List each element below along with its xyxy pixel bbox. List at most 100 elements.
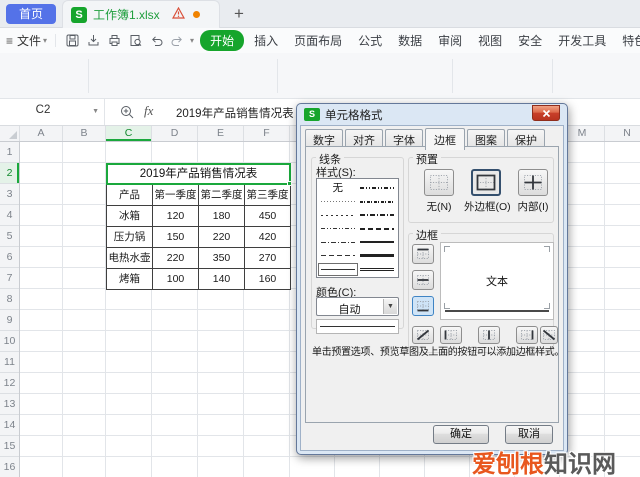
table-cell[interactable]: 270 <box>245 248 291 269</box>
preset-inside[interactable]: 内部(I) <box>511 169 555 214</box>
border-preview[interactable]: 文本 <box>440 242 554 320</box>
undo-icon[interactable] <box>150 35 163 47</box>
row-header-8[interactable]: 8 <box>0 289 19 310</box>
line-style-dotted-fine[interactable] <box>318 195 358 209</box>
line-style-thin-solid[interactable] <box>318 262 358 276</box>
line-style-slant-dash-dot[interactable] <box>358 195 398 209</box>
print-icon[interactable] <box>108 34 121 47</box>
row-header-7[interactable]: 7 <box>0 268 19 289</box>
redo-icon[interactable] <box>171 35 184 47</box>
table-cell[interactable]: 烤箱 <box>107 269 153 290</box>
border-horizontal-middle-button[interactable] <box>412 270 434 290</box>
table-cell[interactable]: 第二季度 <box>199 185 245 206</box>
row-header-6[interactable]: 6 <box>0 247 19 268</box>
file-menu[interactable]: ≡ 文件 ▾ <box>6 32 47 49</box>
ok-button[interactable]: 确定 <box>433 425 489 444</box>
preset-none[interactable]: 无(N) <box>417 169 461 214</box>
table-cell[interactable]: 第一季度 <box>153 185 199 206</box>
line-style-medium-solid[interactable] <box>358 236 398 250</box>
row-header-10[interactable]: 10 <box>0 331 19 352</box>
line-style-dashed[interactable] <box>318 249 358 263</box>
name-box[interactable]: C2 ▼ <box>0 99 105 125</box>
menu-item-插入[interactable]: 插入 <box>246 30 286 51</box>
table-cell[interactable]: 产品 <box>107 185 153 206</box>
row-header-5[interactable]: 5 <box>0 226 19 247</box>
menu-item-公式[interactable]: 公式 <box>350 30 390 51</box>
border-diagonal-up-button[interactable] <box>412 326 434 344</box>
save-icon[interactable] <box>66 34 79 47</box>
select-all-corner[interactable] <box>0 126 20 141</box>
column-header-D[interactable]: D <box>152 126 198 141</box>
workbook-tab[interactable]: S 工作簿1.xlsx <box>62 0 220 28</box>
line-style-medium-dashed[interactable] <box>358 222 398 236</box>
dialog-tab-边框[interactable]: 边框 <box>425 128 465 150</box>
border-left-button[interactable] <box>440 326 462 344</box>
row-header-2[interactable]: 2 <box>0 163 19 184</box>
menu-item-视图[interactable]: 视图 <box>470 30 510 51</box>
formula-input[interactable]: 2019年产品销售情况表 <box>176 105 294 121</box>
row-header-15[interactable]: 15 <box>0 436 19 457</box>
row-header-1[interactable]: 1 <box>0 142 19 163</box>
home-tab[interactable]: 首页 <box>6 4 56 24</box>
cancel-button[interactable]: 取消 <box>505 425 553 444</box>
print-preview-icon[interactable] <box>129 34 142 47</box>
dialog-close-button[interactable] <box>532 105 560 121</box>
row-header-16[interactable]: 16 <box>0 457 19 477</box>
menu-item-开始[interactable]: 开始 <box>200 30 245 51</box>
border-vertical-middle-button[interactable] <box>478 326 500 344</box>
row-header-9[interactable]: 9 <box>0 310 19 331</box>
table-cell[interactable]: 180 <box>199 206 245 227</box>
border-right-button[interactable] <box>516 326 538 344</box>
row-header-11[interactable]: 11 <box>0 352 19 373</box>
table-cell[interactable]: 350 <box>199 248 245 269</box>
line-style-medium-dash-dot[interactable] <box>358 209 398 223</box>
data-table[interactable]: 产品 第一季度 第二季度 第三季度 冰箱 120 180 450 压力锅 150 220 420 电热水… <box>106 184 291 290</box>
menu-item-页面布局[interactable]: 页面布局 <box>286 30 350 51</box>
column-header-B[interactable]: B <box>63 126 106 141</box>
table-cell[interactable]: 220 <box>153 248 199 269</box>
table-cell[interactable]: 450 <box>245 206 291 227</box>
column-header-N[interactable]: N <box>605 126 640 141</box>
insert-function-icon[interactable] <box>120 105 134 119</box>
table-cell[interactable]: 420 <box>245 227 291 248</box>
new-tab-button[interactable]: + <box>228 2 250 26</box>
table-cell[interactable]: 电热水壶 <box>107 248 153 269</box>
preset-outline[interactable]: 外边框(O) <box>464 169 511 214</box>
table-cell[interactable]: 压力锅 <box>107 227 153 248</box>
table-cell[interactable]: 100 <box>153 269 199 290</box>
column-header-E[interactable]: E <box>198 126 244 141</box>
row-header-13[interactable]: 13 <box>0 394 19 415</box>
selected-merged-cell[interactable]: 2019年产品销售情况表 <box>106 163 291 185</box>
border-bottom-button[interactable] <box>412 296 434 316</box>
fill-handle[interactable] <box>287 181 292 186</box>
line-style-medium-dash-dot-dot[interactable] <box>358 180 398 195</box>
line-style-listbox[interactable]: 无 <box>316 178 399 278</box>
table-cell[interactable]: 220 <box>199 227 245 248</box>
table-cell[interactable]: 160 <box>245 269 291 290</box>
table-cell[interactable]: 150 <box>153 227 199 248</box>
row-header-3[interactable]: 3 <box>0 184 19 205</box>
table-cell[interactable]: 冰箱 <box>107 206 153 227</box>
export-icon[interactable] <box>87 34 100 47</box>
dialog-titlebar[interactable]: S 单元格格式 <box>297 104 567 125</box>
line-style-double[interactable] <box>358 263 398 277</box>
column-header-C[interactable]: C <box>106 126 152 141</box>
row-header-14[interactable]: 14 <box>0 415 19 436</box>
table-cell[interactable]: 140 <box>199 269 245 290</box>
menu-item-审阅[interactable]: 审阅 <box>430 30 470 51</box>
menu-item-安全[interactable]: 安全 <box>510 30 550 51</box>
menu-item-开发工具[interactable]: 开发工具 <box>550 30 614 51</box>
line-style-dash-dot[interactable] <box>318 236 358 250</box>
fx-icon[interactable]: fx <box>144 103 153 119</box>
border-diagonal-down-button[interactable] <box>540 326 558 344</box>
column-header-A[interactable]: A <box>20 126 63 141</box>
table-cell[interactable]: 第三季度 <box>245 185 291 206</box>
border-top-button[interactable] <box>412 244 434 264</box>
line-color-select[interactable]: 自动 ▼ <box>316 297 399 316</box>
line-style-thick-solid[interactable] <box>358 249 398 263</box>
line-style-none[interactable]: 无 <box>318 180 358 195</box>
row-header-12[interactable]: 12 <box>0 373 19 394</box>
menu-item-特色应用[interactable]: 特色应用 <box>614 30 640 51</box>
qat-more-chevron-icon[interactable]: ▾ <box>190 36 194 45</box>
table-cell[interactable]: 120 <box>153 206 199 227</box>
